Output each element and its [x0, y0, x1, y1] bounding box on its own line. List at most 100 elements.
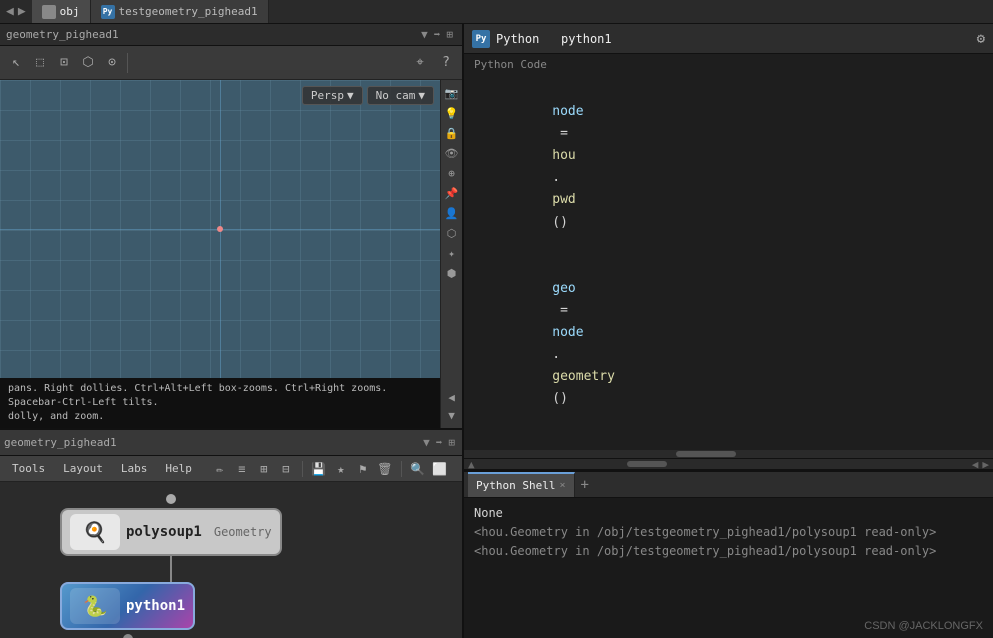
menu-icon-viewport[interactable]: ⬜	[430, 459, 450, 479]
geo-icon[interactable]: ⬡	[76, 51, 100, 75]
node-python1-icon: 🐍	[70, 588, 120, 624]
help-line-2: dolly, and zoom.	[8, 410, 432, 424]
transform-icon[interactable]: ⊡	[52, 51, 76, 75]
vp-light-icon[interactable]: 💡	[443, 104, 461, 122]
vp-eye-icon[interactable]: 👁	[443, 144, 461, 162]
viewport-3d-wrapper: Persp ▼ No cam ▼	[0, 80, 440, 378]
python-settings-button[interactable]: ⚙	[977, 31, 985, 47]
code-hscroll-thumb[interactable]	[676, 451, 736, 457]
scrollbar-thumb[interactable]	[627, 461, 667, 467]
vp-camera-icon[interactable]: 📷	[443, 84, 461, 102]
scrollbar-up-icon[interactable]: ▲	[468, 458, 475, 471]
viewport-3d[interactable]: Persp ▼ No cam ▼	[0, 80, 440, 378]
shell-tab-close-button[interactable]: ×	[559, 480, 565, 491]
node-python1[interactable]: 🐍 python1	[60, 582, 195, 638]
menu-icon-save[interactable]: 💾	[309, 459, 329, 479]
python-shell-tabs: Python Shell × +	[464, 472, 993, 498]
menu-sep2	[401, 461, 402, 477]
vp-bottom-icon-1[interactable]: ◀	[443, 388, 461, 406]
node-canvas[interactable]: 🍳 polysoup1 Geometry 🐍 python1	[0, 482, 462, 638]
menu-icon-list[interactable]: ≡	[232, 459, 252, 479]
no-cam-button[interactable]: No cam ▼	[367, 86, 434, 105]
shell-tab-label: Python Shell	[476, 479, 555, 492]
viewport-toolbar: ↖ ⬚ ⊡ ⬡ ⊙ ⌖ ?	[0, 46, 462, 80]
scrollbar-right-icon[interactable]: ▶	[982, 458, 989, 471]
menu-tools[interactable]: Tools	[4, 460, 53, 477]
python-title-main: Python	[496, 32, 539, 46]
python-icon: Py	[472, 30, 490, 48]
tab-testgeometry-label: testgeometry_pighead1	[119, 5, 258, 18]
viewport-right-toolbar: 📷 💡 🔒 👁 ⊕ 📌 👤 ⬡ ✦ ⬢ ◀ ▼	[440, 80, 462, 428]
menu-icon-trash[interactable]: 🗑	[375, 459, 395, 479]
tab-testgeometry[interactable]: Py testgeometry_pighead1	[91, 0, 269, 23]
node-graph-grid[interactable]: ⊞	[445, 436, 458, 449]
vp-particle-icon[interactable]: ✦	[443, 244, 461, 262]
code-func-hou: hou	[552, 148, 575, 163]
select-tool-icon[interactable]: ↖	[4, 51, 28, 75]
vp-bottom-icons: ◀ ▼	[443, 388, 461, 424]
python-shell-tab[interactable]: Python Shell ×	[468, 472, 575, 497]
persp-button[interactable]: Persp ▼	[302, 86, 363, 105]
help-icon[interactable]: ?	[434, 51, 458, 75]
menu-icon-grid2[interactable]: ⊟	[276, 459, 296, 479]
nav-forward-icon[interactable]: ▶	[18, 4, 26, 19]
view-buttons: Persp ▼ No cam ▼	[302, 86, 434, 105]
menu-icon-edit[interactable]: ✏	[210, 459, 230, 479]
node-polysoup1[interactable]: 🍳 polysoup1 Geometry	[60, 490, 282, 582]
code-hscroll[interactable]	[464, 450, 993, 458]
vp-lock-icon[interactable]: 🔒	[443, 124, 461, 142]
node-python1-body[interactable]: 🐍 python1	[60, 582, 195, 630]
code-op-dot1: .	[552, 170, 560, 185]
python-title-sub: python1	[561, 32, 612, 46]
code-area: Python Code node = hou . pwd () geo = no…	[464, 54, 993, 458]
menu-labs[interactable]: Labs	[113, 460, 156, 477]
vp-person-icon[interactable]: 👤	[443, 204, 461, 222]
code-line-1: node = hou . pwd ()	[474, 79, 983, 256]
viewport-title-arrow[interactable]: ▼	[418, 28, 431, 41]
vp-display-icon[interactable]: ⬡	[443, 224, 461, 242]
scrollbar-arrows: ◀ ▶	[972, 458, 989, 471]
viewport-title-bar: geometry_pighead1 ▼ ➡ ⊞	[0, 24, 462, 46]
snap-icon[interactable]: ⌖	[408, 51, 432, 75]
node-polysoup1-body[interactable]: 🍳 polysoup1 Geometry	[60, 508, 282, 556]
scrollbar-left-icon[interactable]: ◀	[972, 458, 979, 471]
menu-layout[interactable]: Layout	[55, 460, 111, 477]
node-graph-nav[interactable]: ➡	[433, 436, 446, 449]
toolbar-right-group: ⌖ ?	[408, 51, 458, 75]
vp-pin-icon[interactable]: 📌	[443, 184, 461, 202]
code-editor[interactable]: node = hou . pwd () geo = node . geometr…	[464, 73, 993, 450]
no-cam-arrow: ▼	[418, 89, 425, 102]
menu-icon-search[interactable]: 🔍	[408, 459, 428, 479]
menu-icon-grid[interactable]: ⊞	[254, 459, 274, 479]
viewport-main: Persp ▼ No cam ▼ pans. Right dollies. Ct…	[0, 80, 440, 428]
nav-arrows: ◀ ▶	[0, 4, 32, 19]
scale-icon[interactable]: ⊙	[100, 51, 124, 75]
select-box-icon[interactable]: ⬚	[28, 51, 52, 75]
node-graph-arrow[interactable]: ▼	[420, 436, 433, 449]
vp-render-icon[interactable]: ⬢	[443, 264, 461, 282]
menu-sep	[302, 461, 303, 477]
top-tabs-bar: ◀ ▶ obj Py testgeometry_pighead1	[0, 0, 993, 24]
code-var-geo: geo	[552, 281, 575, 296]
menu-icon-flag[interactable]: ⚑	[353, 459, 373, 479]
python-shell-section: Python Shell × + None <hou.Geometry in /…	[464, 470, 993, 638]
menu-icon-star[interactable]: ★	[331, 459, 351, 479]
vp-magnet-icon[interactable]: ⊕	[443, 164, 461, 182]
viewport-network-icon[interactable]: ⊞	[443, 28, 456, 41]
vp-bottom-icon-2[interactable]: ▼	[443, 406, 461, 424]
viewport-nav-icon[interactable]: ➡	[431, 28, 444, 41]
menu-help[interactable]: Help	[157, 460, 200, 477]
code-var-node: node	[552, 104, 583, 119]
nav-back-icon[interactable]: ◀	[6, 4, 14, 19]
node-python1-label: python1	[126, 598, 185, 614]
shell-output-line-1: None	[474, 504, 983, 523]
code-var-node2: node	[552, 325, 583, 340]
node-polysoup1-icon: 🍳	[70, 514, 120, 550]
shell-tab-add-button[interactable]: +	[575, 477, 595, 493]
viewport-row: Persp ▼ No cam ▼ pans. Right dollies. Ct…	[0, 80, 462, 428]
viewport-help: pans. Right dollies. Ctrl+Alt+Left box-z…	[0, 378, 440, 428]
mid-scrollbar[interactable]: ▲ ◀ ▶	[464, 458, 993, 470]
tab-obj[interactable]: obj	[32, 0, 91, 23]
python-shell-output[interactable]: None <hou.Geometry in /obj/testgeometry_…	[464, 498, 993, 638]
right-panel: Py Python python1 ⚙ Python Code node = h…	[464, 24, 993, 638]
